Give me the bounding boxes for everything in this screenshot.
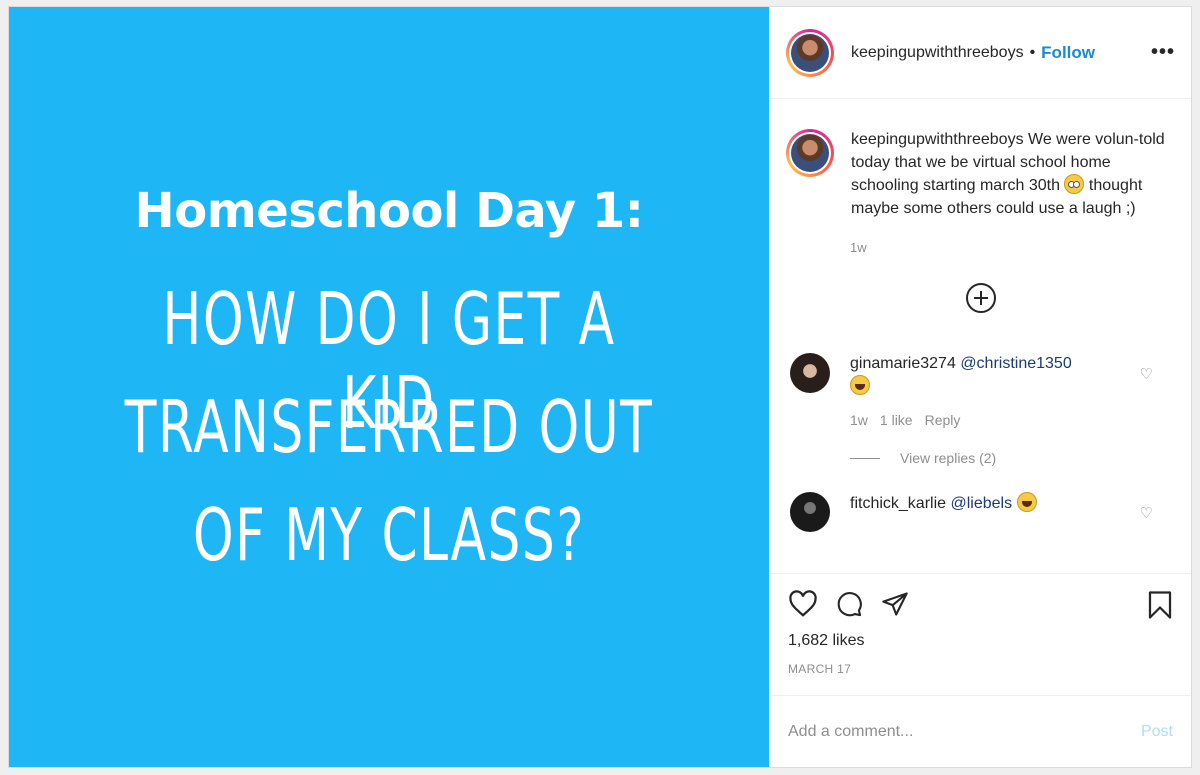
heart-icon[interactable]: ♡ (1140, 504, 1153, 522)
comment-username[interactable]: ginamarie3274 (850, 355, 956, 372)
comment-text: fitchick_karlie @liebels (850, 492, 1120, 532)
bookmark-icon[interactable] (1147, 590, 1173, 620)
image-line-2: TRANSFERRED OUT (124, 385, 654, 469)
comment-mention[interactable]: @liebels (950, 495, 1012, 512)
comment-mention[interactable]: @christine1350 (960, 355, 1071, 372)
replies-divider (850, 457, 880, 459)
post-comment-button[interactable]: Post (1141, 723, 1173, 741)
post-container: Homeschool Day 1: HOW DO I GET A KID TRA… (8, 6, 1192, 768)
header-separator: • (1029, 43, 1036, 61)
comment-meta: 1w 1 like Reply (850, 412, 1175, 428)
follow-button[interactable]: Follow (1041, 43, 1095, 63)
ellipsis-icon[interactable]: ••• (1151, 41, 1175, 64)
reply-button[interactable]: Reply (925, 412, 961, 428)
view-replies[interactable]: View replies (2) (850, 450, 1175, 466)
caption-username[interactable]: keepingupwiththreeboys (851, 131, 1024, 148)
comment-item: fitchick_karlie @liebels ♡ (786, 492, 1175, 532)
load-more-comments[interactable] (786, 283, 1175, 313)
caption-text: keepingupwiththreeboys We were volun-tol… (851, 129, 1171, 220)
flushed-face-emoji-icon (1064, 174, 1085, 194)
caption-avatar[interactable] (786, 129, 834, 177)
view-replies-label[interactable]: View replies (2) (900, 450, 996, 466)
commenter-avatar[interactable] (790, 492, 830, 532)
comment-input[interactable] (788, 722, 1141, 741)
comment-likes[interactable]: 1 like (880, 412, 913, 428)
caption: keepingupwiththreeboys We were volun-tol… (786, 129, 1175, 220)
post-image[interactable]: Homeschool Day 1: HOW DO I GET A KID TRA… (9, 7, 769, 767)
post-sidebar: keepingupwiththreeboys • Follow ••• keep… (769, 7, 1191, 767)
comment-text: ginamarie3274 @christine1350 (850, 353, 1120, 398)
rolling-laughing-emoji-icon (1016, 492, 1037, 512)
author-avatar[interactable] (786, 28, 834, 77)
comment-item: ginamarie3274 @christine1350 ♡ (786, 353, 1175, 398)
author-username[interactable]: keepingupwiththreeboys (851, 44, 1024, 62)
comment-time[interactable]: 1w (850, 412, 868, 428)
grinning-squinting-emoji-icon (850, 375, 870, 395)
add-comment-bar: Post (770, 695, 1191, 767)
caption-time[interactable]: 1w (850, 240, 1175, 255)
share-paper-plane-icon[interactable] (880, 590, 910, 618)
caption-photo (791, 134, 829, 172)
post-header: keepingupwiththreeboys • Follow ••• (770, 7, 1191, 99)
commenter-avatar[interactable] (790, 353, 830, 393)
plus-circle-icon[interactable] (965, 283, 996, 313)
post-actions: 1,682 likes MARCH 17 (770, 573, 1191, 695)
like-heart-icon[interactable] (788, 590, 818, 618)
image-headline: Homeschool Day 1: (134, 183, 644, 239)
comments-section: keepingupwiththreeboys We were volun-tol… (770, 99, 1191, 573)
action-icons (788, 590, 1173, 618)
image-line-3: OF MY CLASS? (192, 493, 586, 577)
comment-username[interactable]: fitchick_karlie (850, 495, 946, 512)
heart-icon[interactable]: ♡ (1140, 365, 1153, 383)
likes-count[interactable]: 1,682 likes (788, 632, 1173, 650)
comment-bubble-icon[interactable] (834, 590, 864, 618)
post-date[interactable]: MARCH 17 (788, 662, 1173, 676)
author-photo (791, 33, 829, 72)
